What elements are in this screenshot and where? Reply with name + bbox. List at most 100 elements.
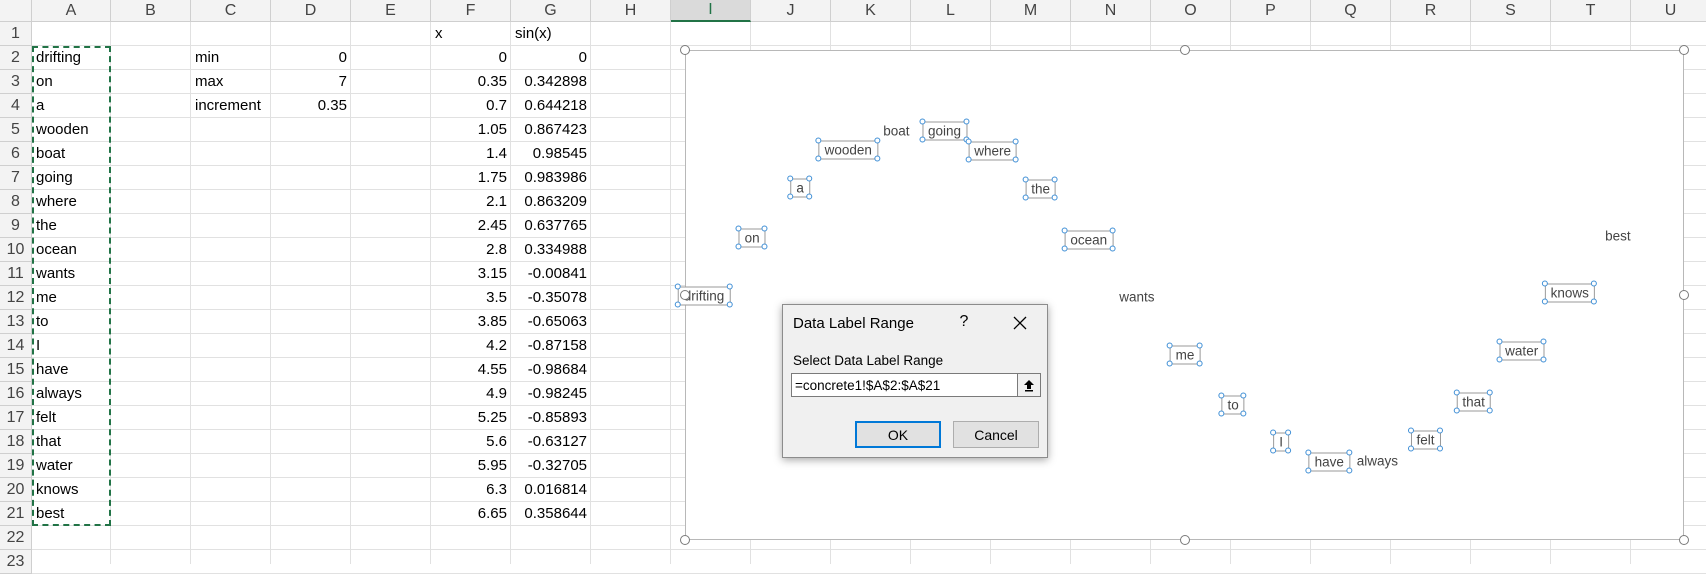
- select-all-corner[interactable]: [0, 0, 32, 22]
- column-header-r[interactable]: R: [1391, 0, 1471, 22]
- data-label-handle[interactable]: [761, 243, 768, 250]
- cell-a19[interactable]: water: [32, 454, 111, 478]
- data-label-handle[interactable]: [1240, 392, 1247, 399]
- data-label-handle[interactable]: [1540, 338, 1547, 345]
- data-label[interactable]: me: [1166, 342, 1203, 367]
- data-label-handle[interactable]: [1270, 447, 1277, 454]
- data-label-handle[interactable]: [1166, 342, 1173, 349]
- row-header-20[interactable]: 20: [0, 478, 32, 502]
- data-label-handle[interactable]: [1285, 429, 1292, 436]
- data-label-handle[interactable]: [1486, 389, 1493, 396]
- cell-a3[interactable]: on: [32, 70, 111, 94]
- help-button[interactable]: ?: [955, 313, 973, 331]
- cell-a10[interactable]: ocean: [32, 238, 111, 262]
- data-label[interactable]: the: [1022, 176, 1059, 201]
- data-label-handle[interactable]: [1541, 298, 1548, 305]
- data-label-handle[interactable]: [1486, 407, 1493, 414]
- row-header-14[interactable]: 14: [0, 334, 32, 358]
- cell-c2[interactable]: min: [191, 46, 271, 70]
- cell-d2[interactable]: 0: [271, 46, 351, 70]
- data-label[interactable]: water: [1496, 338, 1547, 363]
- cell-f8[interactable]: 2.1: [431, 190, 511, 214]
- cell-g16[interactable]: -0.98245: [511, 382, 591, 406]
- row-header-17[interactable]: 17: [0, 406, 32, 430]
- column-header-j[interactable]: J: [751, 0, 831, 22]
- row-header-19[interactable]: 19: [0, 454, 32, 478]
- data-label-handle[interactable]: [1022, 176, 1029, 183]
- column-header-l[interactable]: L: [911, 0, 991, 22]
- data-label-handle[interactable]: [918, 118, 925, 125]
- data-label-handle[interactable]: [815, 155, 822, 162]
- cell-d3[interactable]: 7: [271, 70, 351, 94]
- chart-resize-handle-bottom[interactable]: [1179, 535, 1190, 545]
- close-button[interactable]: [1007, 311, 1033, 335]
- data-label-handle[interactable]: [1436, 427, 1443, 434]
- column-header-e[interactable]: E: [351, 0, 431, 22]
- data-label-handle[interactable]: [1453, 407, 1460, 414]
- cell-a18[interactable]: that: [32, 430, 111, 454]
- cell-g20[interactable]: 0.016814: [511, 478, 591, 502]
- row-header-15[interactable]: 15: [0, 358, 32, 382]
- data-label-handle[interactable]: [1407, 445, 1414, 452]
- row-header-23[interactable]: 23: [0, 550, 32, 574]
- data-label-handle[interactable]: [1270, 429, 1277, 436]
- row-header-21[interactable]: 21: [0, 502, 32, 526]
- cell-a12[interactable]: me: [32, 286, 111, 310]
- scatter-chart[interactable]: drifting on a wooden boat going where the ocean w…: [674, 45, 1689, 545]
- data-label-handle[interactable]: [787, 175, 794, 182]
- data-label[interactable]: wants: [1114, 289, 1159, 306]
- data-label-handle[interactable]: [963, 118, 970, 125]
- cell-c4[interactable]: increment: [191, 94, 271, 118]
- cell-g7[interactable]: 0.983986: [511, 166, 591, 190]
- data-label-handle[interactable]: [735, 243, 742, 250]
- data-label[interactable]: always: [1352, 452, 1403, 469]
- data-label-handle[interactable]: [805, 193, 812, 200]
- cancel-button[interactable]: Cancel: [953, 421, 1039, 448]
- data-label-handle[interactable]: [815, 137, 822, 144]
- row-header-9[interactable]: 9: [0, 214, 32, 238]
- data-label-handle[interactable]: [1305, 467, 1312, 474]
- data-label-handle[interactable]: [1196, 342, 1203, 349]
- data-label[interactable]: that: [1453, 389, 1493, 414]
- cell-f13[interactable]: 3.85: [431, 310, 511, 334]
- row-header-13[interactable]: 13: [0, 310, 32, 334]
- data-label-handle[interactable]: [1052, 194, 1059, 201]
- cell-a5[interactable]: wooden: [32, 118, 111, 142]
- cell-a6[interactable]: boat: [32, 142, 111, 166]
- data-label[interactable]: have: [1305, 449, 1352, 474]
- cell-f19[interactable]: 5.95: [431, 454, 511, 478]
- cell-f3[interactable]: 0.35: [431, 70, 511, 94]
- data-label-handle[interactable]: [726, 301, 733, 308]
- data-label-handle[interactable]: [1540, 356, 1547, 363]
- cell-a16[interactable]: always: [32, 382, 111, 406]
- data-label-handle[interactable]: [918, 136, 925, 143]
- column-header-p[interactable]: P: [1231, 0, 1311, 22]
- cell-a17[interactable]: felt: [32, 406, 111, 430]
- data-label-handle[interactable]: [1061, 227, 1068, 234]
- column-header-k[interactable]: K: [831, 0, 911, 22]
- cell-g9[interactable]: 0.637765: [511, 214, 591, 238]
- column-header-s[interactable]: S: [1471, 0, 1551, 22]
- cell-c3[interactable]: max: [191, 70, 271, 94]
- data-label-handle[interactable]: [726, 283, 733, 290]
- cell-f4[interactable]: 0.7: [431, 94, 511, 118]
- cell-a8[interactable]: where: [32, 190, 111, 214]
- data-label-handle[interactable]: [873, 155, 880, 162]
- data-label-handle[interactable]: [735, 225, 742, 232]
- cell-f18[interactable]: 5.6: [431, 430, 511, 454]
- column-header-n[interactable]: N: [1071, 0, 1151, 22]
- data-label[interactable]: I: [1270, 429, 1292, 454]
- cell-g3[interactable]: 0.342898: [511, 70, 591, 94]
- cell-f21[interactable]: 6.65: [431, 502, 511, 526]
- data-label-handle[interactable]: [965, 156, 972, 163]
- chart-resize-handle-top[interactable]: [1179, 45, 1190, 55]
- data-label-handle[interactable]: [805, 175, 812, 182]
- cell-a13[interactable]: to: [32, 310, 111, 334]
- data-label[interactable]: boat: [878, 122, 914, 139]
- column-header-t[interactable]: T: [1551, 0, 1631, 22]
- data-label-handle[interactable]: [1541, 280, 1548, 287]
- cell-f6[interactable]: 1.4: [431, 142, 511, 166]
- collapse-dialog-button[interactable]: [1017, 373, 1041, 397]
- row-header-6[interactable]: 6: [0, 142, 32, 166]
- data-label-handle[interactable]: [1285, 447, 1292, 454]
